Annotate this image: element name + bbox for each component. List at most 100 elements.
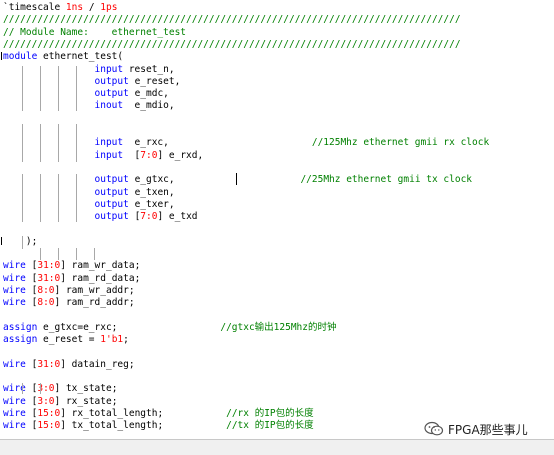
code-token: ] ram_rd_addr; [54,297,135,309]
code-token: 3:0 [37,395,55,407]
code-token: [ [25,395,38,407]
code-token: [ [123,149,141,161]
code-token: ] rx_total_length; [60,407,227,419]
code-token: input [3,137,124,149]
code-token: [ [25,284,38,296]
code-token: wire [3,358,26,370]
code-line[interactable] [3,223,554,235]
code-token: e_reset = [37,334,101,346]
code-token: wire [3,297,26,309]
code-line[interactable]: // Module Name: ethernet_test [3,27,554,39]
code-line[interactable]: wire [3:0] rx_state; [3,396,554,408]
code-token: wire [3,395,26,407]
code-token: inout [3,100,124,112]
code-token: e_gtxc=e_rxc; [37,321,221,333]
code-token: reset_n, [123,63,175,75]
code-token: 31:0 [37,358,61,370]
code-line[interactable]: input e_rxc, //125Mhz ethernet gmii rx c… [3,137,554,149]
code-token: ] e_txd [157,211,198,223]
code-token: [ [25,383,38,395]
code-token: ] ram_wr_addr; [54,284,135,296]
watermark-text: FPGA那些事儿 [448,422,528,437]
code-token: wire [3,383,26,395]
code-line[interactable]: ////////////////////////////////////////… [3,39,554,51]
code-token: e_txen, [128,186,175,198]
code-line[interactable] [3,113,554,125]
watermark: FPGA那些事儿 [424,419,528,439]
code-token: ethernet_test( [37,51,124,63]
code-token: [ [25,407,38,419]
code-token: 15:0 [37,407,61,419]
code-token: [ [25,272,38,284]
code-token: `timescale [3,2,66,13]
code-line[interactable]: wire [31:0] datain_reg; [3,359,554,371]
wechat-icon [424,421,444,436]
code-token: 1'b1 [100,334,124,346]
code-line[interactable]: output e_reset, [3,76,554,88]
code-line[interactable]: inout e_mdio, [3,100,554,112]
code-token: e_mdc, [128,88,169,100]
code-token: //gtxc输出125Mhz的时钟 [220,321,337,333]
code-token: 3:0 [37,383,55,395]
code-line[interactable] [3,346,554,358]
code-token: module [3,51,38,63]
code-token: ] tx_total_length; [60,420,227,432]
code-token: ; [123,334,129,346]
code-token: [ [25,420,38,432]
code-token: 1ns [65,2,84,13]
code-token: // Module Name: ethernet_test [3,26,187,38]
code-token: input [3,63,124,75]
code-token: //tx 的IP包的长度 [226,420,314,432]
code-token: 15:0 [37,420,61,432]
code-line[interactable]: assign e_gtxc=e_rxc; //gtxc输出125Mhz的时钟 [3,322,554,334]
code-token: [ [25,358,38,370]
code-token: //25Mhz ethernet gmii tx clock [300,174,473,186]
code-token: 31:0 [37,272,61,284]
code-line[interactable] [3,162,554,174]
code-token: e_rxc, [123,137,312,149]
code-line[interactable]: output [7:0] e_txd [3,211,554,223]
code-token: wire [3,260,26,272]
code-line[interactable] [3,310,554,322]
code-token: ] ram_rd_data; [60,272,141,284]
code-token: output [3,198,129,210]
code-line[interactable]: wire [3:0] tx_state; [3,383,554,395]
code-line[interactable]: output e_txen, [3,187,554,199]
code-line[interactable]: assign e_reset = 1'b1; [3,334,554,346]
code-line[interactable]: input [7:0] e_rxd, [3,150,554,162]
code-line[interactable]: wire [31:0] ram_rd_data; [3,273,554,285]
code-token: ); [3,235,38,247]
code-line[interactable] [3,125,554,137]
code-token: 7:0 [140,211,158,223]
code-line[interactable]: wire [8:0] ram_wr_addr; [3,285,554,297]
code-token: //125Mhz ethernet gmii rx clock [311,137,490,149]
text-cursor [236,173,237,185]
code-line[interactable]: input reset_n, [3,64,554,76]
code-token: output [3,186,129,198]
code-token: [ [128,211,141,223]
code-token: ] rx_state; [54,395,118,407]
code-editor[interactable]: `timescale 1ns / 1ps////////////////////… [0,0,554,440]
code-token: //rx 的IP包的长度 [226,407,314,419]
code-line[interactable]: wire [31:0] ram_wr_data; [3,260,554,272]
code-line[interactable]: module ethernet_test( [3,51,554,63]
code-line[interactable]: `timescale 1ns / 1ps [3,2,554,14]
code-token: output [3,174,129,186]
code-line[interactable]: output e_mdc, [3,88,554,100]
code-token: wire [3,407,26,419]
code-token: [ [25,260,38,272]
code-line[interactable] [3,371,554,383]
code-token: ] ram_wr_data; [60,260,141,272]
code-line[interactable] [3,248,554,260]
code-token: 31:0 [37,260,61,272]
code-token: [ [25,297,38,309]
code-token: ] e_rxd, [157,149,204,161]
editor-status-bar [0,439,554,455]
code-line[interactable]: wire [8:0] ram_rd_addr; [3,297,554,309]
code-line[interactable]: output e_gtxc, //25Mhz ethernet gmii tx … [3,174,554,186]
code-line[interactable]: ////////////////////////////////////////… [3,14,554,26]
code-token: 7:0 [140,149,158,161]
code-token: ////////////////////////////////////////… [3,38,461,50]
code-line[interactable]: ); [3,236,554,248]
code-line[interactable]: output e_txer, [3,199,554,211]
